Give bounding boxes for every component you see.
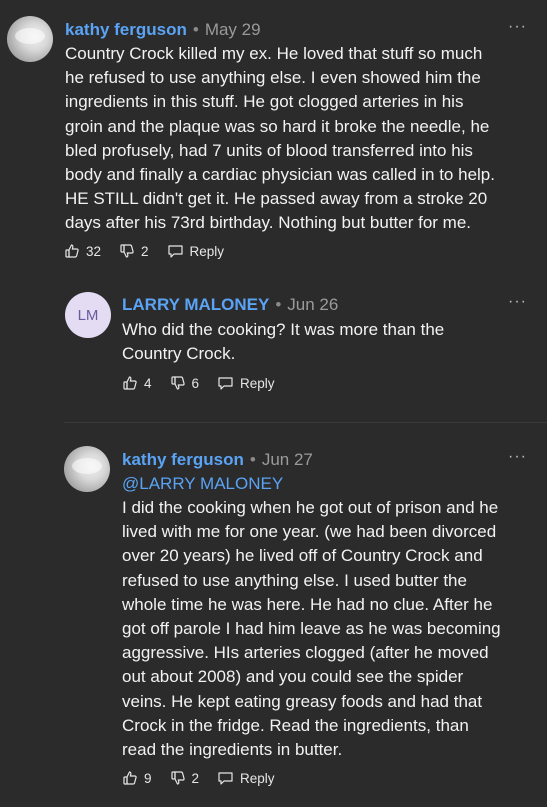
comment-actions: 9 2 Reply bbox=[122, 770, 293, 786]
dislike-button[interactable]: 2 bbox=[119, 243, 149, 259]
divider bbox=[64, 422, 547, 423]
dislike-count: 2 bbox=[191, 770, 200, 786]
comment-meta: kathy ferguson • May 29 bbox=[65, 19, 261, 41]
separator-dot: • bbox=[249, 450, 256, 469]
avatar[interactable]: LM bbox=[65, 292, 111, 338]
thumbs-up-icon bbox=[65, 244, 79, 258]
reply-button[interactable]: Reply bbox=[167, 243, 225, 259]
speech-bubble-icon bbox=[218, 772, 233, 785]
reply-label: Reply bbox=[240, 770, 275, 786]
comment-date: May 29 bbox=[204, 20, 261, 39]
comment-meta: LARRY MALONEY • Jun 26 bbox=[122, 294, 338, 316]
comment-actions: 32 2 Reply bbox=[64, 243, 242, 259]
reply-button[interactable]: Reply bbox=[217, 375, 275, 391]
comment-text: Country Crock killed my ex. He loved tha… bbox=[65, 44, 495, 233]
comment-meta: kathy ferguson • Jun 27 bbox=[122, 449, 313, 471]
more-options-icon[interactable]: ··· bbox=[508, 19, 527, 35]
like-count: 32 bbox=[86, 243, 102, 259]
more-options-icon[interactable]: ··· bbox=[508, 449, 527, 465]
thumbs-down-icon bbox=[170, 376, 185, 390]
avatar[interactable] bbox=[7, 16, 53, 62]
dislike-button[interactable]: 6 bbox=[170, 375, 200, 391]
comment-text: Who did the cooking? It was more than th… bbox=[122, 320, 445, 364]
dislike-count: 6 bbox=[191, 375, 200, 391]
speech-bubble-icon bbox=[167, 245, 183, 258]
like-button[interactable]: 32 bbox=[64, 243, 101, 259]
comment-date: Jun 26 bbox=[287, 295, 339, 314]
author-name[interactable]: kathy ferguson bbox=[122, 450, 244, 469]
comment-text: I did the cooking when he got out of pri… bbox=[122, 498, 501, 760]
like-count: 9 bbox=[144, 770, 152, 786]
dislike-count: 2 bbox=[141, 243, 149, 259]
author-name[interactable]: kathy ferguson bbox=[65, 20, 187, 39]
dislike-button[interactable]: 2 bbox=[170, 770, 200, 786]
like-count: 4 bbox=[144, 375, 152, 391]
thumbs-up-icon bbox=[123, 376, 137, 390]
thumbs-up-icon bbox=[123, 771, 137, 785]
speech-bubble-icon bbox=[218, 377, 233, 390]
reply-label: Reply bbox=[240, 375, 275, 391]
more-options-icon[interactable]: ··· bbox=[508, 294, 527, 310]
mention-link[interactable]: @LARRY MALONEY bbox=[122, 472, 283, 496]
reply-label: Reply bbox=[189, 243, 225, 259]
separator-dot: • bbox=[275, 295, 282, 314]
reply-button[interactable]: Reply bbox=[217, 770, 275, 786]
comment-date: Jun 27 bbox=[261, 450, 313, 469]
thumbs-down-icon bbox=[120, 244, 134, 258]
comment-actions: 4 6 Reply bbox=[122, 375, 293, 391]
author-name[interactable]: LARRY MALONEY bbox=[122, 295, 269, 314]
thumbs-down-icon bbox=[170, 771, 185, 785]
avatar[interactable] bbox=[64, 446, 110, 492]
like-button[interactable]: 9 bbox=[122, 770, 152, 786]
like-button[interactable]: 4 bbox=[122, 375, 152, 391]
separator-dot: • bbox=[192, 20, 199, 39]
